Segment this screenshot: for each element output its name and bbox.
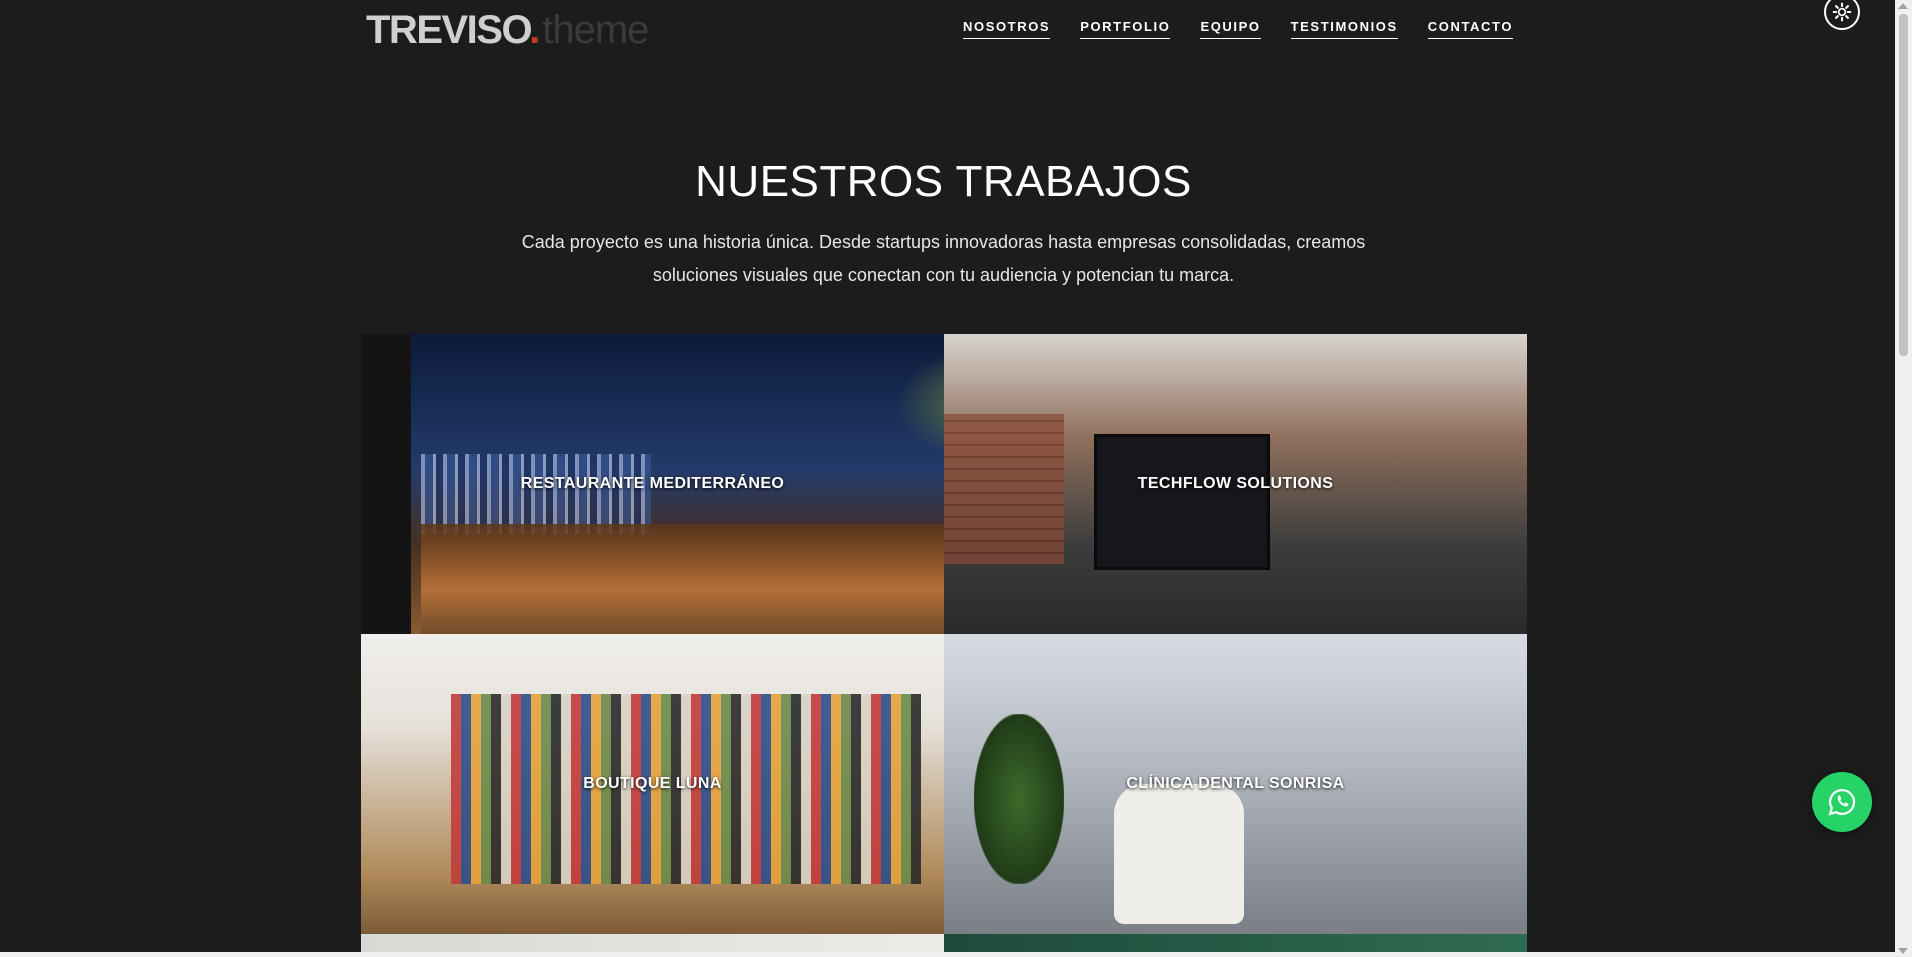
portfolio-grid: RESTAURANTE MEDITERRÁNEO TECHFLOW SOLUTI… [361, 334, 1527, 954]
section-title: NUESTROS TRABAJOS [695, 157, 1192, 207]
portfolio-card-label: RESTAURANTE MEDITERRÁNEO [520, 475, 785, 492]
gear-icon [1832, 2, 1852, 22]
scrollbar-thumb[interactable] [1899, 14, 1908, 356]
portfolio-card-label: CLÍNICA DENTAL SONRISA [1126, 775, 1345, 792]
portfolio-card-label: BOUTIQUE LUNA [583, 775, 722, 792]
logo-main-text: TREVISO [366, 8, 533, 52]
card-image-decoration [421, 524, 944, 634]
settings-button[interactable] [1824, 0, 1860, 30]
vertical-scrollbar[interactable] [1895, 0, 1912, 957]
card-image-decoration [1094, 434, 1270, 570]
logo-dot: . [529, 8, 541, 52]
card-image-decoration [974, 714, 1064, 884]
nav-link-nosotros[interactable]: NOSOTROS [963, 19, 1051, 39]
portfolio-card-partial[interactable] [944, 934, 1527, 954]
whatsapp-button[interactable] [1812, 772, 1872, 832]
horizontal-scrollbar[interactable] [0, 952, 1895, 957]
portfolio-card-clinica[interactable]: CLÍNICA DENTAL SONRISA [944, 634, 1527, 934]
nav-link-contacto[interactable]: CONTACTO [1427, 19, 1514, 39]
scroll-down-arrow[interactable] [1898, 948, 1908, 954]
scroll-up-arrow[interactable] [1898, 3, 1908, 9]
nav-link-equipo[interactable]: EQUIPO [1200, 19, 1261, 39]
nav-link-portfolio[interactable]: PORTFOLIO [1080, 19, 1171, 39]
portfolio-card-label: TECHFLOW SOLUTIONS [1137, 475, 1334, 492]
portfolio-card-techflow[interactable]: TECHFLOW SOLUTIONS [944, 334, 1527, 634]
logo-sub-text: theme [542, 8, 649, 52]
main-nav: NOSOTROS PORTFOLIO EQUIPO TESTIMONIOS CO… [963, 19, 1514, 39]
portfolio-card-boutique[interactable]: BOUTIQUE LUNA [361, 634, 944, 934]
nav-link-testimonios[interactable]: TESTIMONIOS [1290, 19, 1398, 39]
card-image-decoration [1114, 784, 1244, 924]
section-intro: Cada proyecto es una historia única. Des… [521, 232, 1366, 285]
card-image-decoration [421, 454, 651, 534]
whatsapp-icon [1828, 788, 1856, 816]
site-logo[interactable]: TREVISO. theme [366, 8, 649, 56]
portfolio-card-restaurante[interactable]: RESTAURANTE MEDITERRÁNEO [361, 334, 944, 634]
portfolio-card-partial[interactable] [361, 934, 944, 954]
